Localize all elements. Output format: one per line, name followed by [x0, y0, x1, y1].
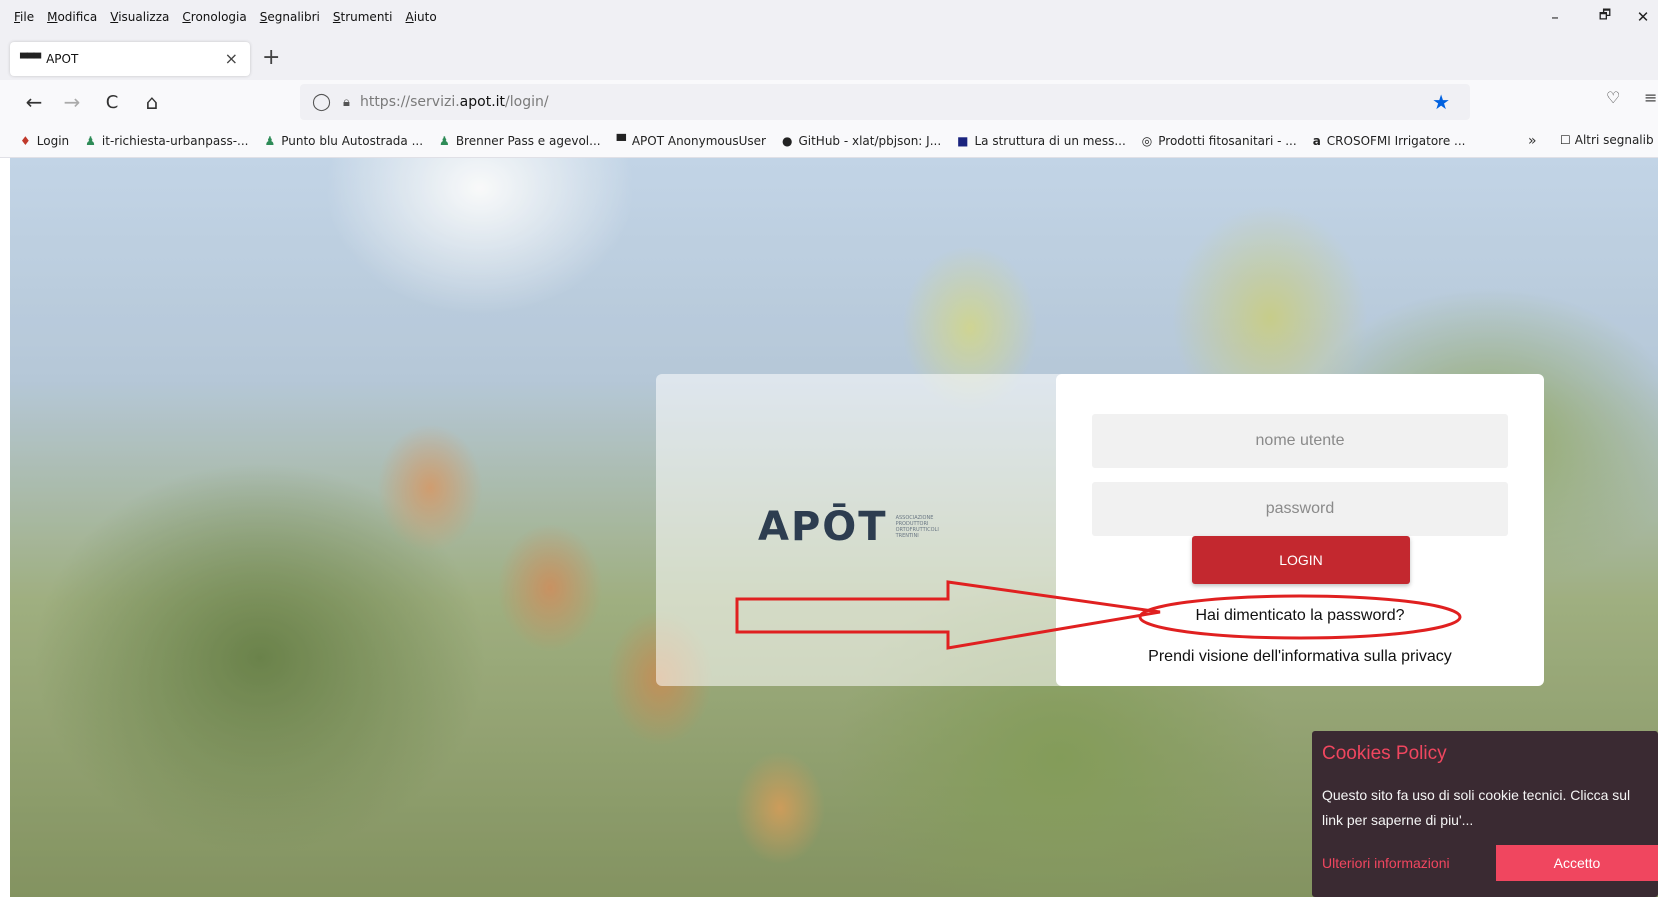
menu-aiuto[interactable]: Aiuto [405, 10, 436, 24]
forward-icon[interactable]: → [58, 88, 86, 116]
bookmark-fitosanitari[interactable]: ◎ Prodotti fitosanitari - ... [1142, 134, 1297, 148]
menu-file[interactable]: File [14, 10, 34, 24]
bookmark-figure-icon: ♟ [439, 133, 450, 148]
forgot-password-link[interactable]: Hai dimenticato la password? [1056, 607, 1544, 625]
apot-logo-wordmark: APŌT [758, 504, 888, 550]
url-bar[interactable]: ◯ 🔒︎ https://servizi. apot.it/login/ ★ [300, 84, 1470, 120]
apot-favicon-icon: ▀ [616, 133, 626, 148]
apot-logo-subtitle: ASSOCIAZIONE PRODUTTORI ORTOFRUTTICOLI T… [895, 515, 939, 539]
home-icon[interactable]: ⌂ [138, 88, 166, 116]
tab-apot[interactable]: ▀▀▀ APOT × [10, 42, 250, 76]
new-tab-button[interactable]: + [262, 44, 280, 72]
url-prefix: https://servizi. [359, 94, 460, 110]
bookmark-login[interactable]: ♦ Login [20, 134, 69, 148]
apot-logo: APŌT ASSOCIAZIONE PRODUTTORI ORTOFRUTTIC… [758, 504, 954, 550]
menu-strumenti[interactable]: Strumenti [333, 10, 393, 24]
bookmark-label: it-richiesta-urbanpass-... [101, 133, 249, 148]
restore-button[interactable]: 🗗 [1582, 0, 1628, 34]
bookmark-urbanpass[interactable]: ♟ it-richiesta-urbanpass-... [85, 134, 248, 148]
globe-icon: ◎ [1141, 133, 1153, 148]
menu-bar: File Modifica Visualizza Cronologia Segn… [0, 0, 1658, 34]
bookmark-label: Brenner Pass e agevol... [455, 133, 601, 148]
close-window-button[interactable]: ✕ [1628, 0, 1658, 34]
minimize-button[interactable]: – [1532, 0, 1578, 34]
bookmark-label: Prodotti fitosanitari - ... [1158, 133, 1297, 148]
tab-close-icon[interactable]: × [225, 49, 238, 68]
username-input[interactable] [1092, 414, 1508, 468]
apot-favicon-icon: ▀▀▀ [20, 53, 41, 65]
menu-segnalibri[interactable]: Segnalibri [260, 10, 320, 24]
menu-visualizza[interactable]: Visualizza [110, 10, 169, 24]
cookie-title: Cookies Policy [1322, 743, 1447, 764]
bookmark-punto-blu[interactable]: ♟ Punto blu Autostrada ... [264, 134, 423, 148]
bookmark-crosofmi[interactable]: a CROSOFMI Irrigatore ... [1313, 134, 1466, 148]
bookmark-square-icon: ■ [957, 133, 969, 148]
bookmark-brenner[interactable]: ♟ Brenner Pass e agevol... [439, 134, 601, 148]
bookmark-apot-anonymous[interactable]: ▀ APOT AnonymousUser [617, 134, 766, 148]
pocket-icon[interactable]: ♡ [1606, 88, 1620, 107]
tracking-shield-icon[interactable]: ◯ [312, 92, 331, 112]
bookmark-login-icon: ♦ [20, 133, 31, 148]
bookmark-figure-icon: ♟ [85, 133, 96, 148]
lock-icon[interactable]: 🔒︎ [343, 95, 350, 110]
bookmark-github[interactable]: ● GitHub - xlat/pbjson: J... [782, 134, 941, 148]
bookmarks-bar: ♦ Login ♟ it-richiesta-urbanpass-... ♟ Punt… [0, 124, 1658, 158]
bookmark-label: La struttura di un mess... [974, 133, 1126, 148]
tab-bar: ▀▀▀ APOT × + [0, 34, 1658, 80]
bookmark-figure-icon: ♟ [264, 133, 276, 148]
folder-icon: ☐ [1560, 133, 1571, 147]
menu-icon[interactable]: ≡ [1644, 88, 1657, 107]
cookie-text: Questo sito fa uso di soli cookie tecnic… [1322, 787, 1631, 828]
bookmark-label: CROSOFMI Irrigatore ... [1326, 133, 1466, 148]
cookie-banner: Cookies Policy Questo sito fa uso di sol… [1312, 731, 1658, 897]
browser-window: File Modifica Visualizza Cronologia Segn… [0, 0, 1658, 897]
privacy-link[interactable]: Prendi visione dell'informativa sulla pr… [1056, 648, 1544, 666]
url-path: /login/ [505, 94, 549, 110]
password-input[interactable] [1092, 482, 1508, 536]
menu-modifica[interactable]: Modifica [47, 10, 97, 24]
bookmark-struttura[interactable]: ■ La struttura di un mess... [957, 134, 1126, 148]
amazon-icon: a [1312, 133, 1321, 148]
login-button[interactable]: LOGIN [1192, 536, 1410, 584]
cookie-accept-button[interactable]: Accetto [1496, 845, 1658, 881]
bookmarks-overflow-icon[interactable]: » [1528, 133, 1537, 149]
reload-icon[interactable]: C [98, 88, 126, 116]
bookmark-label: APOT AnonymousUser [631, 133, 766, 148]
bookmark-star-icon[interactable]: ★ [1432, 90, 1450, 114]
cookie-more-link[interactable]: Ulteriori informazioni [1322, 855, 1450, 871]
url-host: apot.it [459, 94, 506, 110]
other-bookmarks-label: Altri segnalib [1574, 133, 1654, 147]
other-bookmarks[interactable]: ☐ Altri segnalib [1560, 133, 1654, 147]
github-icon: ● [781, 133, 793, 148]
menu-cronologia[interactable]: Cronologia [182, 10, 246, 24]
nav-bar: ← → C ⌂ ◯ 🔒︎ https://servizi. apot.it/log… [0, 80, 1658, 124]
tab-title: APOT [46, 52, 79, 66]
back-icon[interactable]: ← [20, 88, 48, 116]
bookmark-label: Punto blu Autostrada ... [281, 133, 424, 148]
bookmark-label: Login [36, 133, 70, 148]
bookmark-label: GitHub - xlat/pbjson: J... [798, 133, 942, 148]
